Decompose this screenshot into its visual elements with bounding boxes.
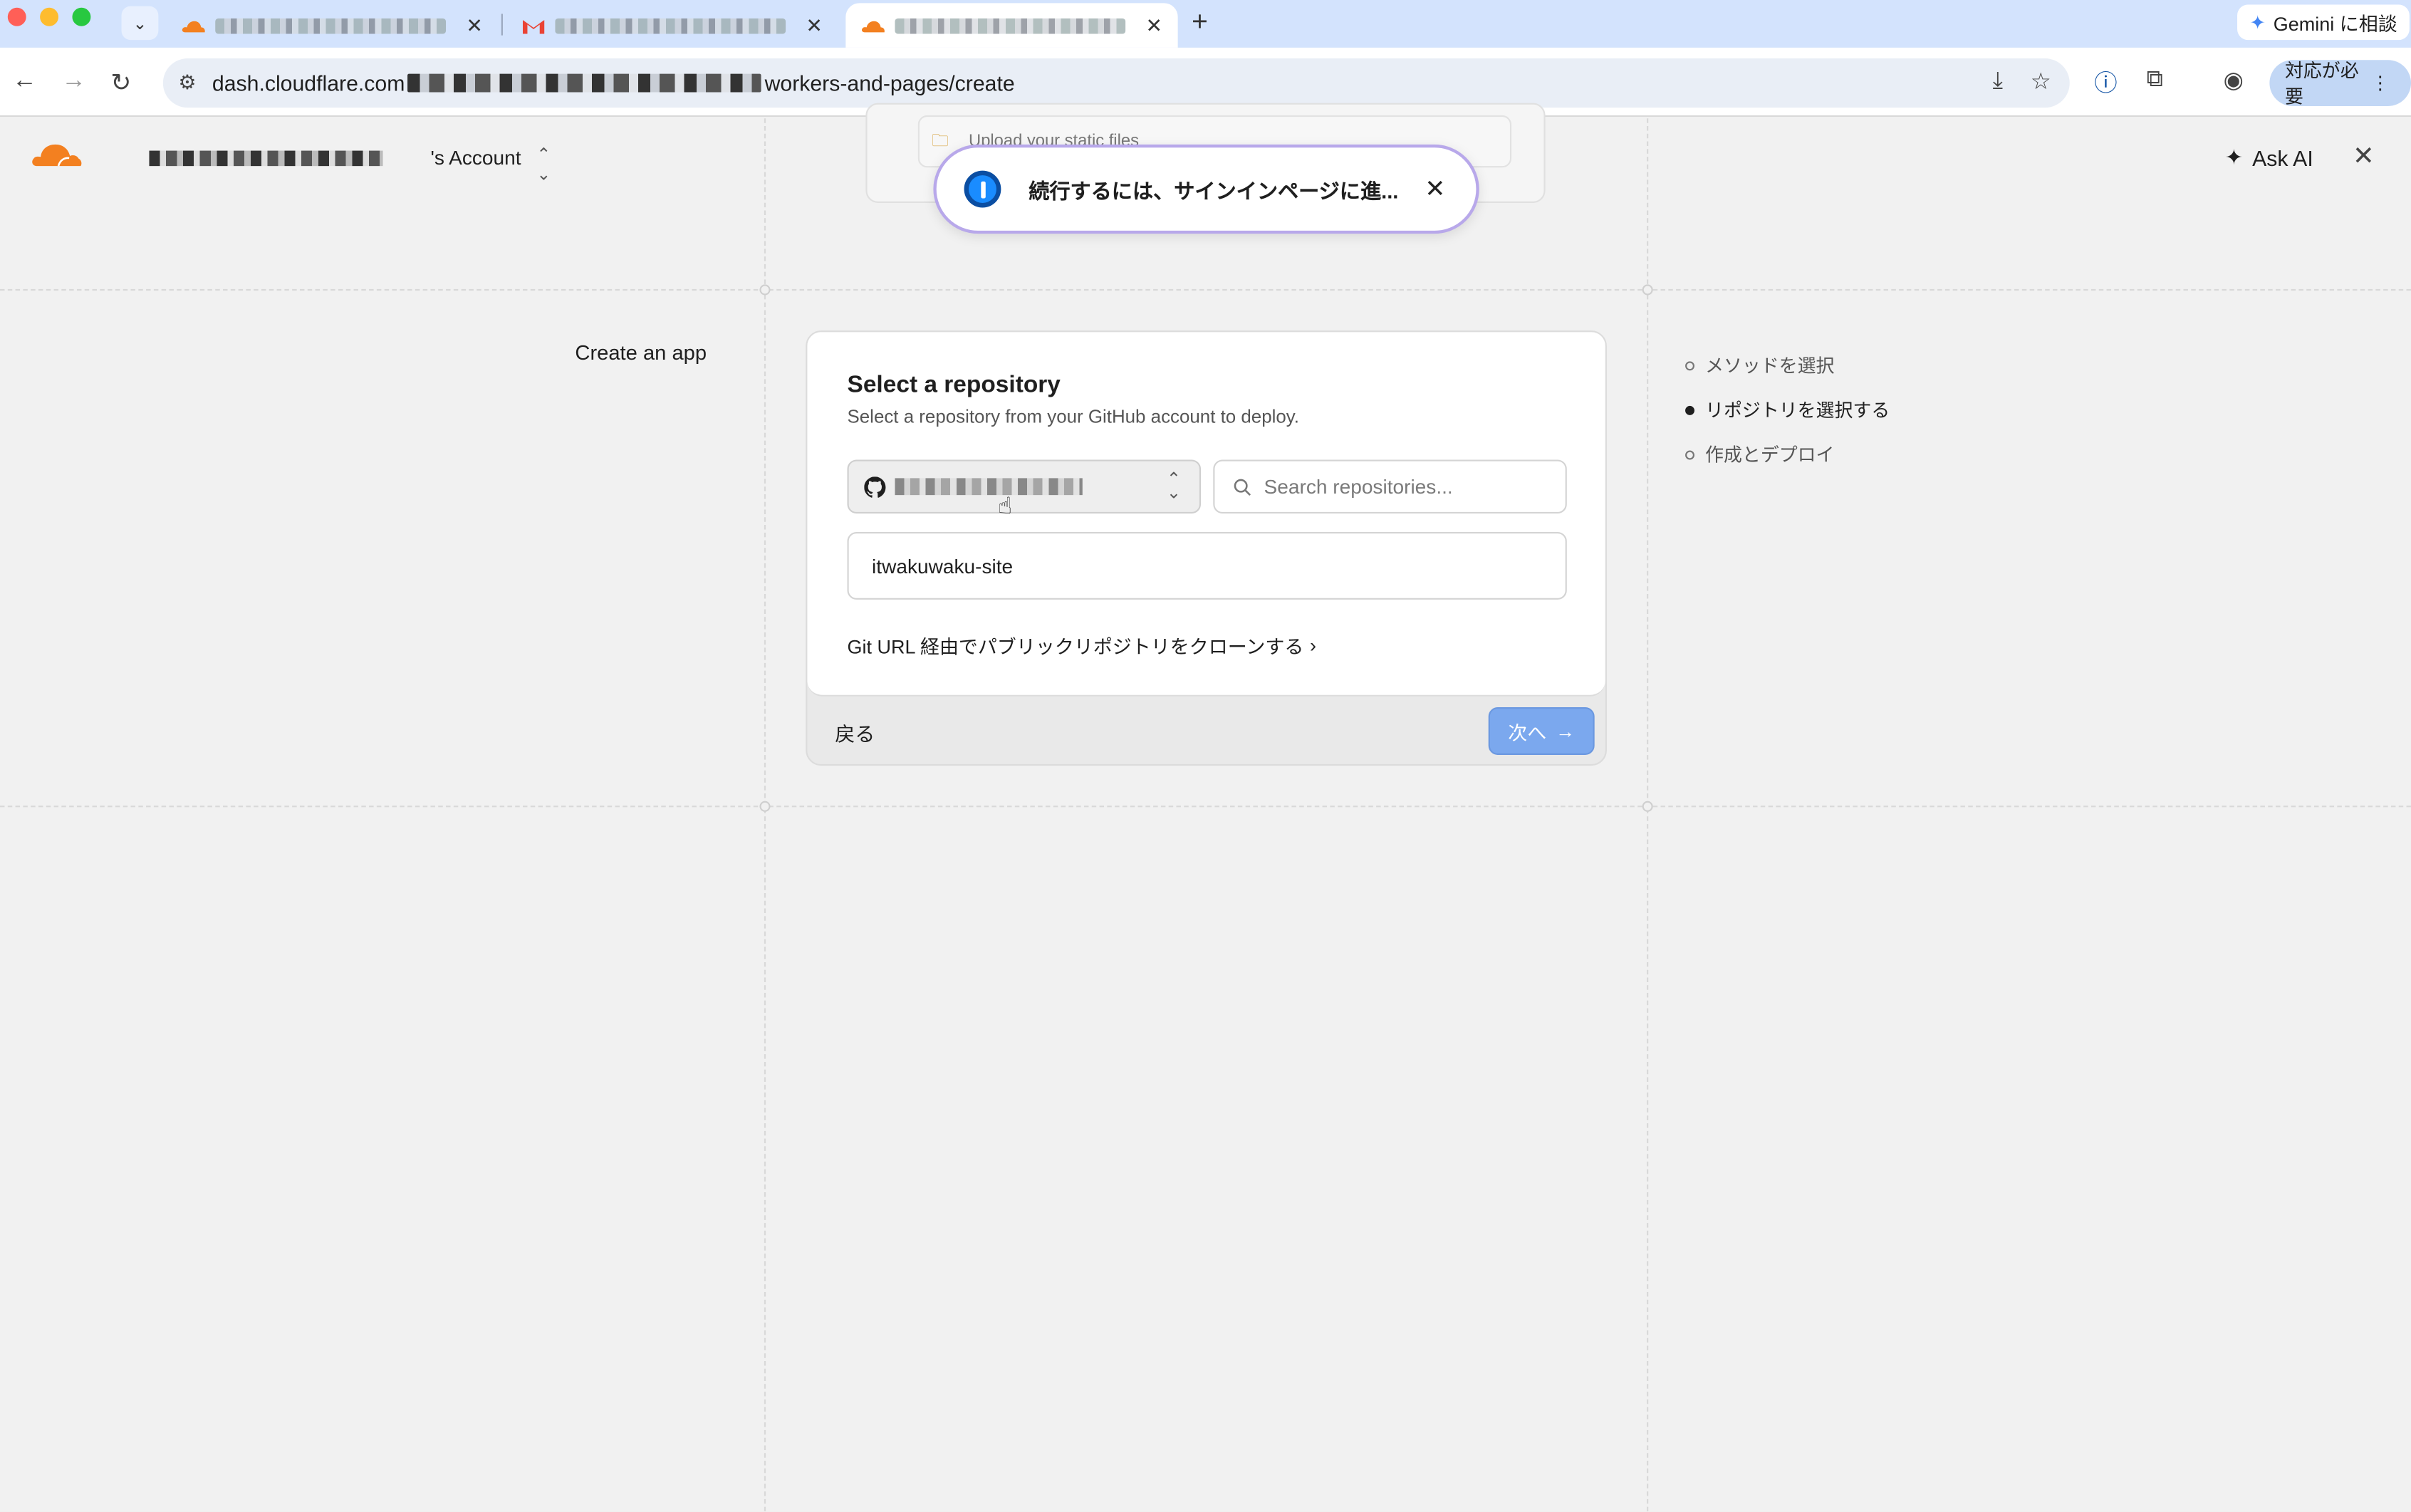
search-icon [1234,478,1251,495]
step-label: リポジトリを選択する [1705,400,1890,422]
next-label: 次へ [1508,722,1547,744]
popup-message: 続行するには、サインインページに進... [1029,179,1399,203]
tab-search-chevron-icon[interactable]: ⌄ [121,6,159,41]
gemini-sparkle-icon: ✦ [2249,12,2266,34]
onepassword-signin-popup[interactable]: 続行するには、サインインページに進... ✕ [933,144,1479,234]
grid-guide [0,288,2411,291]
chevron-right-icon: › [1309,634,1316,656]
close-icon[interactable]: ✕ [2353,142,2375,172]
account-chevron-icon[interactable]: ⌃ ⌄ [536,145,551,184]
account-id-redacted [149,150,383,167]
tab-title-blurred [215,17,447,33]
browser-update-button[interactable]: 対応が必要 ⋮ [2269,60,2411,108]
step-label: 作成とデプロイ [1705,444,1835,466]
tab-close-icon[interactable]: ✕ [806,13,823,38]
account-switcher[interactable]: 's Account [430,146,521,169]
grid-guide [0,805,2411,808]
hand-cursor-icon: ☝ [998,493,1012,520]
tab-close-icon[interactable]: ✕ [1146,13,1163,38]
cloudflare-favicon-icon [182,20,205,32]
url-suffix: workers-and-pages/create [764,71,1015,95]
install-app-icon[interactable]: ⤓ [1993,68,2003,95]
tab-title-blurred [895,17,1126,33]
step-select-repository: リポジトリを選択する [1685,387,1890,432]
grid-corner [759,801,771,812]
clone-link-label: Git URL 経由でパブリックリポジトリをクローンする [847,636,1304,658]
window-minimize-button[interactable] [40,7,59,26]
github-account-redacted [895,478,1083,496]
tab-separator [501,14,503,36]
bookmark-star-icon[interactable]: ☆ [2031,68,2051,95]
search-input[interactable] [1264,475,1541,499]
extensions-puzzle-icon[interactable]: ⧉ [2147,66,2163,93]
next-button[interactable]: 次へ → [1488,707,1595,755]
step-dot-icon [1685,449,1694,459]
site-settings-icon[interactable]: ⚙ [178,71,196,95]
progress-steps: メソッドを選択 リポジトリを選択する 作成とデプロイ [1685,343,1890,476]
card-title: Select a repository [847,372,1061,399]
step-dot-icon [1685,405,1694,415]
new-tab-plus-icon[interactable]: + [1192,6,1208,38]
update-label: 対応が必要 [2284,60,2359,108]
forward-arrow-icon[interactable]: → [61,68,86,95]
gemini-button[interactable]: ✦ Gemini に相談 [2237,4,2410,41]
url-prefix: dash.cloudflare.com [212,71,405,95]
onepassword-extension-icon[interactable]: ⓘ [2094,66,2117,98]
card-subtitle: Select a repository from your GitHub acc… [847,405,1300,428]
window-maximize-button[interactable] [72,7,91,26]
repository-list-item[interactable]: itwakuwaku-site [847,531,1567,600]
more-menu-icon[interactable]: ⋮ [2371,72,2390,93]
clone-public-repo-link[interactable]: Git URL 経由でパブリックリポジトリをクローンする › [847,630,1316,659]
select-chevron-icon: ⌃ ⌄ [1167,470,1181,503]
cloudflare-page: 's Account ⌃ ⌄ Upload your static files 🗀… [0,103,2411,1512]
step-select-method: メソッドを選択 [1685,343,1890,387]
tab-title-blurred [555,17,786,33]
arrow-right-icon: → [1556,720,1576,742]
github-account-select[interactable]: ⌃ ⌄ [847,459,1202,514]
card-body: Select a repository Select a repository … [807,332,1605,697]
grid-guide [764,118,766,1512]
cloudflare-favicon-icon [861,20,885,32]
browser-tab-strip: ⌄ ✕ ✕ ✕ + ✦ Gemini に相談 [0,0,2411,48]
back-arrow-icon[interactable]: ← [12,68,37,95]
grid-corner [1642,284,1653,296]
ask-ai-label: Ask AI [2252,145,2313,170]
address-bar[interactable]: ⚙ dash.cloudflare.com workers-and-pages/… [162,58,2070,108]
browser-tab-gmail[interactable]: ✕ [506,3,838,48]
page-title: Create an app [575,341,707,365]
grid-corner [759,284,771,296]
browser-tab-cloudflare-1[interactable]: ✕ [166,3,498,48]
back-button[interactable]: 戻る [835,718,875,747]
window-close-button[interactable] [7,7,26,26]
gmail-favicon-icon [522,19,545,33]
step-dot-icon [1685,360,1694,370]
step-label: メソッドを選択 [1705,355,1835,377]
cloudflare-logo-icon[interactable] [31,142,83,170]
step-create-deploy: 作成とデプロイ [1685,432,1890,477]
url-redacted [407,73,762,93]
sparkle-icon: ✦ [2224,144,2244,170]
reload-icon[interactable]: ↻ [110,68,131,98]
popup-close-icon[interactable]: ✕ [1425,174,1445,204]
tab-close-icon[interactable]: ✕ [466,13,483,38]
profile-icon[interactable]: ◉ [2224,66,2244,94]
grid-guide [1647,118,1649,1512]
select-repository-card: Select a repository Select a repository … [806,330,1607,766]
github-icon [864,476,886,497]
folder-icon: 🗀 [932,132,949,151]
ask-ai-button[interactable]: ✦ Ask AI [2225,145,2313,171]
gemini-label: Gemini に相談 [2273,14,2397,36]
search-repositories [1213,459,1567,514]
grid-corner [1642,801,1653,812]
browser-tab-cloudflare-active[interactable]: ✕ [845,3,1178,48]
repository-name: itwakuwaku-site [872,554,1014,578]
onepassword-logo-icon [964,170,1001,208]
